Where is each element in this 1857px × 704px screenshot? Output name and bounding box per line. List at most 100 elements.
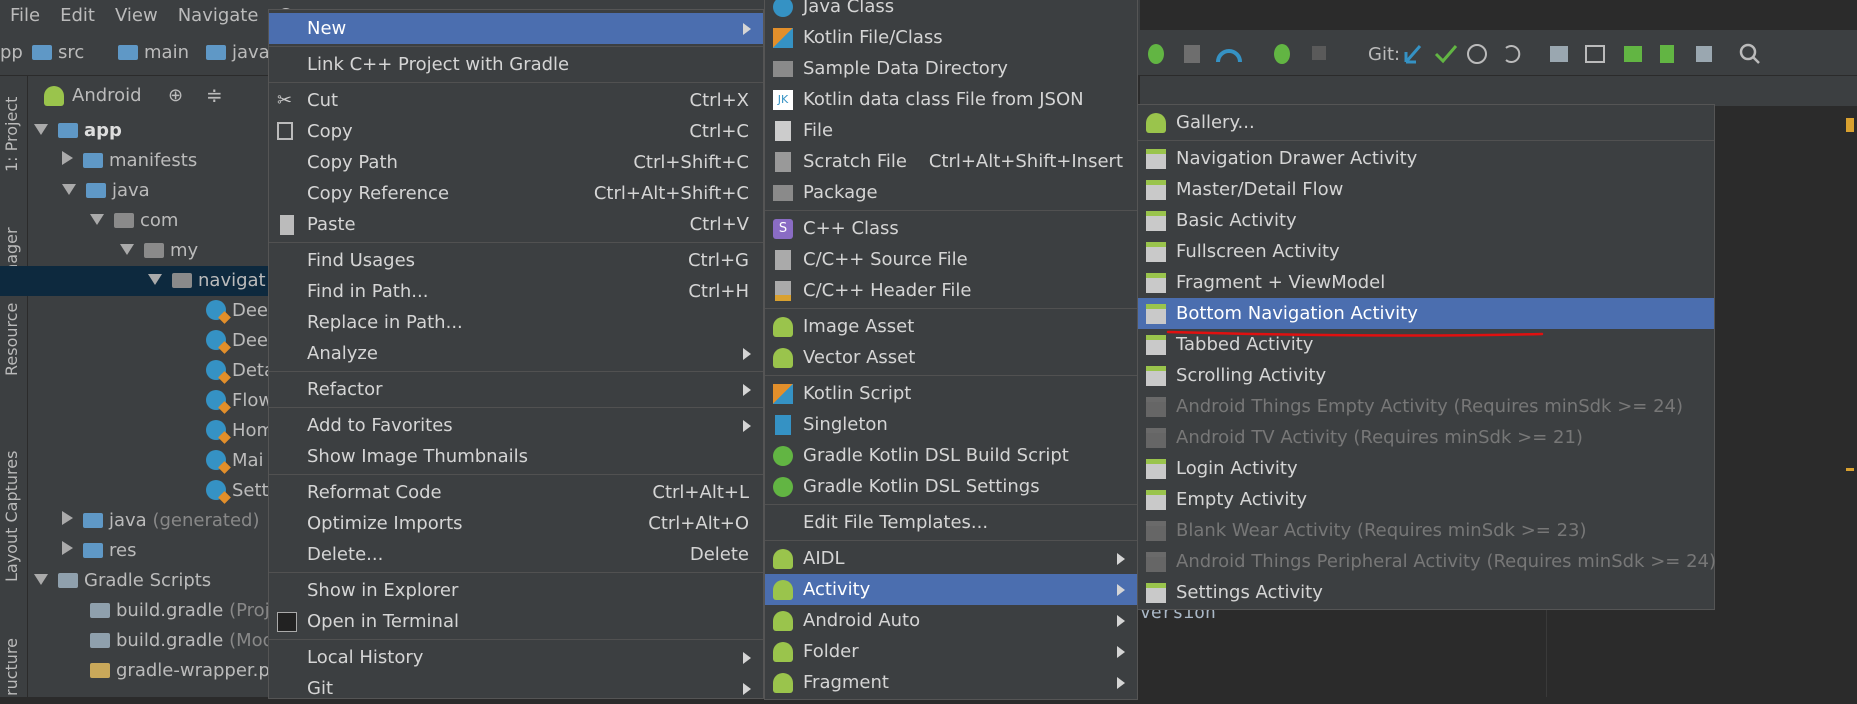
menu-item-master-detail-flow[interactable]: Master/Detail Flow: [1138, 174, 1714, 205]
menu-item-settings-activity[interactable]: Settings Activity: [1138, 577, 1714, 608]
menu-item-file[interactable]: File: [765, 115, 1137, 146]
menu-item-c-header-file[interactable]: C/C++ Header File: [765, 275, 1137, 306]
tree-node-app[interactable]: app: [34, 116, 122, 146]
menu-item-copy-path[interactable]: Copy Path Ctrl+Shift+C: [269, 147, 763, 178]
tool-window-layout-captures[interactable]: Layout Captures: [2, 451, 21, 582]
menu-item-add-to-favorites[interactable]: Add to Favorites: [269, 410, 763, 441]
menu-item-navigation-drawer-activity[interactable]: Navigation Drawer Activity: [1138, 143, 1714, 174]
project-structure-icon[interactable]: [1550, 46, 1568, 62]
menu-item-delete[interactable]: Delete... Delete: [269, 539, 763, 570]
tree-node-com[interactable]: com: [90, 206, 178, 236]
menu-item-copy[interactable]: Copy Ctrl+C: [269, 116, 763, 147]
menu-item-refactor[interactable]: Refactor: [269, 374, 763, 405]
tree-node-class[interactable]: Dee: [206, 296, 268, 326]
menu-item-cpp-class[interactable]: S C++ Class: [765, 213, 1137, 244]
menu-item-gallery[interactable]: Gallery...: [1138, 107, 1714, 138]
menu-item-image-asset[interactable]: Image Asset: [765, 311, 1137, 342]
tree-node-class[interactable]: Hom: [206, 416, 274, 446]
menu-item-folder[interactable]: Folder: [765, 636, 1137, 667]
menu-navigate[interactable]: Navigate: [168, 5, 269, 26]
menu-item-kotlin-data-class-json[interactable]: JK Kotlin data class File from JSON: [765, 84, 1137, 115]
git-commit-icon[interactable]: [1434, 45, 1458, 64]
menu-item-empty-activity[interactable]: Empty Activity: [1138, 484, 1714, 515]
menu-item-login-activity[interactable]: Login Activity: [1138, 453, 1714, 484]
breadcrumb-java[interactable]: java: [206, 42, 270, 63]
menu-file[interactable]: File: [0, 5, 50, 26]
tree-node-class[interactable]: Deta: [206, 356, 275, 386]
menu-view[interactable]: View: [105, 5, 168, 26]
menu-item-analyze[interactable]: Analyze: [269, 338, 763, 369]
tool-window-project[interactable]: 1: Project: [2, 97, 21, 172]
menu-edit[interactable]: Edit: [50, 5, 105, 26]
menu-item-reformat-code[interactable]: Reformat Code Ctrl+Alt+L: [269, 477, 763, 508]
project-view-selector[interactable]: Android: [72, 85, 142, 106]
tree-node-gradle-wrapper[interactable]: gradle-wrapper.p: [90, 656, 270, 686]
menu-item-singleton[interactable]: Singleton: [765, 409, 1137, 440]
menu-item-copy-reference[interactable]: Copy Reference Ctrl+Alt+Shift+C: [269, 178, 763, 209]
tool-window-resource-manager[interactable]: Resource Manager: [2, 227, 21, 376]
device-manager-icon[interactable]: [1660, 45, 1674, 63]
apply-changes-icon[interactable]: [1274, 44, 1290, 64]
menu-item-optimize-imports[interactable]: Optimize Imports Ctrl+Alt+O: [269, 508, 763, 539]
menu-item-java-class[interactable]: Java Class: [765, 0, 1137, 22]
menu-item-new[interactable]: New: [269, 13, 763, 44]
menu-item-kotlin-file-class[interactable]: Kotlin File/Class: [765, 22, 1137, 53]
menu-item-paste[interactable]: Paste Ctrl+V: [269, 209, 763, 240]
tree-node-manifests[interactable]: manifests: [62, 146, 197, 176]
git-rollback-icon[interactable]: [1505, 45, 1521, 63]
menu-item-git[interactable]: Git: [269, 673, 763, 704]
menu-item-c-source-file[interactable]: C/C++ Source File: [765, 244, 1137, 275]
tree-node-class[interactable]: Dee: [206, 326, 268, 356]
sdk-manager-icon[interactable]: [1624, 46, 1642, 62]
locate-icon[interactable]: ⊕: [168, 85, 183, 106]
menu-item-activity[interactable]: Activity: [765, 574, 1137, 605]
profiler-icon[interactable]: [1216, 49, 1242, 63]
tree-node-navigation-package[interactable]: navigat: [0, 266, 268, 296]
menu-item-vector-asset[interactable]: Vector Asset: [765, 342, 1137, 373]
tree-node-build-gradle-project[interactable]: build.gradle (Proj: [90, 596, 270, 626]
tree-node-build-gradle-module[interactable]: build.gradle (Mod: [90, 626, 274, 656]
resource-icon[interactable]: [1696, 46, 1712, 62]
breadcrumb-src[interactable]: src: [32, 42, 84, 63]
menu-item-gradle-kotlin-dsl-build[interactable]: Gradle Kotlin DSL Build Script: [765, 440, 1137, 471]
menu-item-fullscreen-activity[interactable]: Fullscreen Activity: [1138, 236, 1714, 267]
git-history-icon[interactable]: [1467, 44, 1487, 64]
menu-item-aidl[interactable]: AIDL: [765, 543, 1137, 574]
stop-icon[interactable]: [1312, 46, 1326, 60]
tree-node-res[interactable]: res: [62, 536, 136, 566]
tree-node-class[interactable]: Sett: [206, 476, 269, 506]
tool-window-structure[interactable]: ructure: [2, 638, 21, 696]
menu-item-find-usages[interactable]: Find Usages Ctrl+G: [269, 245, 763, 276]
tree-node-class[interactable]: Mai: [206, 446, 264, 476]
menu-item-show-in-explorer[interactable]: Show in Explorer: [269, 575, 763, 606]
breadcrumb-project[interactable]: pp: [0, 42, 23, 63]
menu-item-package[interactable]: Package: [765, 177, 1137, 208]
menu-item-show-image-thumbnails[interactable]: Show Image Thumbnails: [269, 441, 763, 472]
debug-icon[interactable]: [1148, 44, 1164, 64]
menu-item-scrolling-activity[interactable]: Scrolling Activity: [1138, 360, 1714, 391]
menu-item-local-history[interactable]: Local History: [269, 642, 763, 673]
tree-node-java[interactable]: java: [62, 176, 150, 206]
menu-item-fragment[interactable]: Fragment: [765, 667, 1137, 698]
collapse-all-icon[interactable]: ≑: [206, 83, 223, 107]
menu-item-replace-in-path[interactable]: Replace in Path...: [269, 307, 763, 338]
menu-item-link-cpp-project[interactable]: Link C++ Project with Gradle: [269, 49, 763, 80]
menu-item-scratch-file[interactable]: Scratch File Ctrl+Alt+Shift+Insert: [765, 146, 1137, 177]
menu-item-edit-file-templates[interactable]: Edit File Templates...: [765, 507, 1137, 538]
avd-manager-icon[interactable]: [1585, 45, 1605, 63]
tree-node-class[interactable]: Flow: [206, 386, 273, 416]
menu-item-fragment-viewmodel[interactable]: Fragment + ViewModel: [1138, 267, 1714, 298]
breadcrumb-main[interactable]: main: [118, 42, 189, 63]
menu-item-kotlin-script[interactable]: Kotlin Script: [765, 378, 1137, 409]
menu-item-gradle-kotlin-dsl-settings[interactable]: Gradle Kotlin DSL Settings: [765, 471, 1137, 502]
git-update-icon[interactable]: [1404, 45, 1422, 64]
menu-item-android-auto[interactable]: Android Auto: [765, 605, 1137, 636]
menu-item-basic-activity[interactable]: Basic Activity: [1138, 205, 1714, 236]
tree-node-my[interactable]: my: [120, 236, 198, 266]
menu-item-cut[interactable]: ✂ Cut Ctrl+X: [269, 85, 763, 116]
menu-item-sample-data-directory[interactable]: Sample Data Directory: [765, 53, 1137, 84]
menu-item-find-in-path[interactable]: Find in Path... Ctrl+H: [269, 276, 763, 307]
search-icon[interactable]: [1739, 43, 1760, 64]
attach-debugger-icon[interactable]: [1184, 45, 1200, 63]
tree-node-gradle-scripts[interactable]: Gradle Scripts: [34, 566, 211, 596]
